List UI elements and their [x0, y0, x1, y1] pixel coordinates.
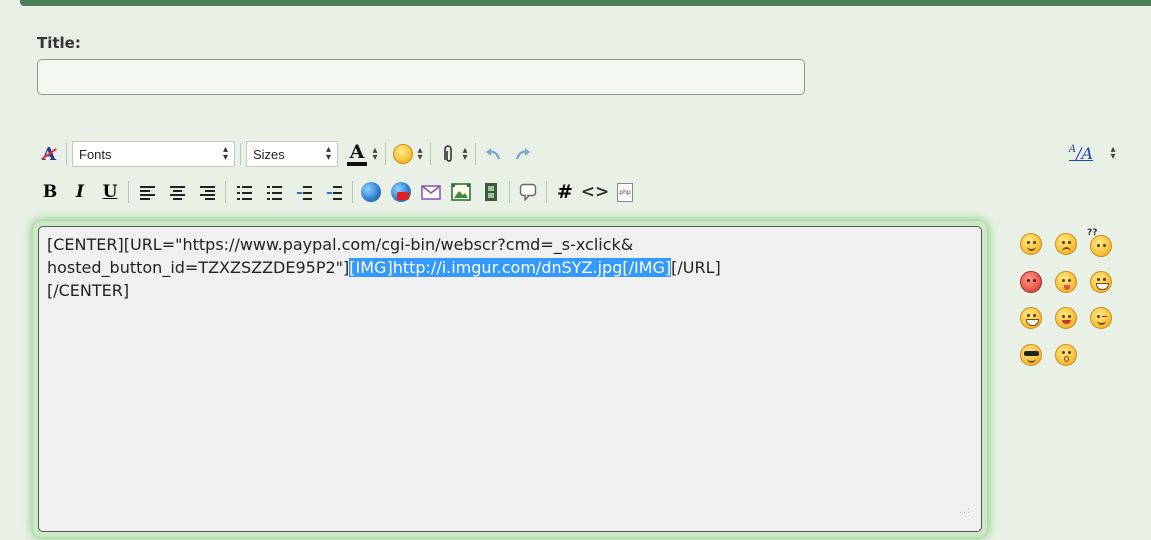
outdent-icon [296, 185, 312, 200]
email-link-button[interactable] [418, 179, 444, 205]
switch-editor-button[interactable]: A/A [1066, 141, 1096, 165]
smile-icon[interactable] [1020, 233, 1042, 255]
sad-icon[interactable] [1055, 233, 1077, 255]
attach-dropdown-icon[interactable]: ▴ ▾ [460, 146, 470, 163]
editor-line-1: [CENTER][URL="https://www.paypal.com/cgi… [47, 235, 634, 254]
undo-icon [486, 148, 501, 160]
select-arrows-icon: ▴ ▾ [325, 144, 331, 163]
separator [475, 143, 476, 165]
tongue-icon[interactable] [1055, 271, 1077, 293]
ordered-list-button[interactable] [231, 179, 257, 205]
select-arrows-icon: ▴ ▾ [222, 144, 228, 163]
resize-arrows-icon[interactable]: ▴ ▾ [1108, 145, 1118, 162]
outdent-button[interactable] [291, 179, 317, 205]
size-select-value: Sizes [253, 146, 285, 162]
separator [430, 143, 431, 165]
php-button[interactable]: php [612, 179, 638, 205]
separator [240, 143, 241, 165]
selected-text: [IMG]http://i.imgur.com/dnSYZ.jpg[/IMG] [349, 258, 672, 277]
smiley-icon [393, 144, 413, 164]
insert-link-button[interactable] [358, 179, 384, 205]
editor-text: [/URL] [671, 258, 721, 277]
cool-icon[interactable] [1020, 344, 1042, 366]
insert-image-button[interactable] [448, 179, 474, 205]
message-textarea[interactable]: [CENTER][URL="https://www.paypal.com/cgi… [38, 226, 982, 532]
editor-line-2: hosted_button_id=TZXZSZZDE95P2"][IMG]htt… [47, 256, 973, 279]
text-size-icon: A/A [1068, 143, 1094, 163]
separator [385, 143, 386, 165]
align-left-button[interactable] [134, 179, 160, 205]
title-input[interactable] [37, 59, 805, 95]
bold-button[interactable]: B [37, 179, 63, 205]
separator [509, 181, 510, 203]
top-border [0, 0, 1151, 14]
align-left-icon [139, 185, 155, 200]
big-smile-icon[interactable] [1055, 307, 1077, 329]
align-right-button[interactable] [194, 179, 220, 205]
remove-format-button[interactable]: A [37, 142, 61, 166]
editor-line-3: [/CENTER] [47, 281, 130, 300]
insert-video-button[interactable] [478, 179, 504, 205]
resize-tools: A/A ▴ ▾ [1066, 141, 1118, 165]
globe-unlink-icon [391, 182, 411, 202]
font-select-value: Fonts [79, 146, 112, 162]
redo-button[interactable] [511, 142, 535, 166]
angry-icon[interactable] [1020, 271, 1042, 293]
indent-icon [326, 185, 342, 200]
toolbar-row-1: A Fonts ▴▾ Sizes ▴▾ A ▴▾ ▴▾ ▴▾ [37, 138, 535, 170]
resize-glyph: A [1081, 143, 1094, 163]
separator [66, 143, 67, 165]
font-select[interactable]: Fonts ▴ ▾ [72, 141, 235, 167]
hash-button[interactable]: # [552, 179, 578, 205]
confused-icon[interactable]: ?? [1087, 228, 1112, 257]
envelope-icon [421, 184, 441, 200]
laugh-icon[interactable] [1020, 307, 1042, 329]
undo-button[interactable] [481, 142, 505, 166]
ordered-list-icon [236, 185, 252, 200]
italic-button[interactable]: I [67, 179, 93, 205]
question-marks: ?? [1087, 228, 1098, 238]
font-color-dropdown-icon[interactable]: ▴ ▾ [370, 146, 380, 163]
font-color-button[interactable]: A [344, 142, 370, 166]
php-icon: php [617, 182, 633, 202]
separator [225, 181, 226, 203]
resize-grip-icon[interactable]: ..: [959, 500, 971, 523]
code-button[interactable]: <> [581, 179, 610, 205]
grin-icon[interactable] [1090, 271, 1112, 293]
font-color-glyph: A [349, 140, 365, 163]
size-select[interactable]: Sizes ▴ ▾ [246, 141, 338, 167]
film-icon [485, 183, 497, 201]
align-center-icon [169, 185, 185, 200]
smiley-button[interactable] [391, 142, 415, 166]
separator [352, 181, 353, 203]
toolbar-row-2: B I U # <> php [37, 176, 638, 208]
surprised-icon[interactable] [1055, 344, 1077, 366]
speech-bubble-icon [519, 183, 537, 201]
title-label: Title: [37, 34, 81, 52]
wink-icon[interactable] [1090, 307, 1112, 329]
unordered-list-button[interactable] [261, 179, 287, 205]
editor-text: hosted_button_id=TZXZSZZDE95P2"] [47, 258, 350, 277]
image-icon [451, 183, 471, 201]
remove-format-icon: A [41, 144, 57, 165]
remove-link-button[interactable] [388, 179, 414, 205]
font-color-icon: A [347, 140, 367, 166]
quote-button[interactable] [515, 179, 541, 205]
attach-button[interactable] [436, 142, 460, 166]
align-right-icon [199, 185, 215, 200]
underline-button[interactable]: U [97, 179, 123, 205]
paperclip-icon [444, 145, 452, 162]
align-center-button[interactable] [164, 179, 190, 205]
unordered-list-icon [266, 185, 282, 200]
separator [128, 181, 129, 203]
smiley-dropdown-icon[interactable]: ▴ ▾ [415, 146, 425, 163]
indent-button[interactable] [321, 179, 347, 205]
separator [546, 181, 547, 203]
globe-link-icon [361, 182, 381, 202]
redo-icon [515, 148, 530, 160]
